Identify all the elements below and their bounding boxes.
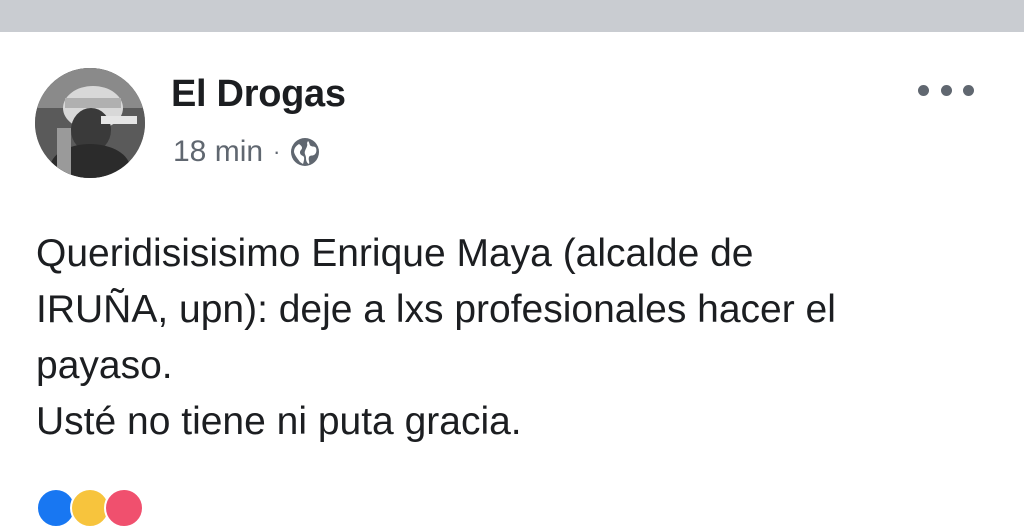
meta-separator: · bbox=[273, 139, 281, 164]
author-name[interactable]: El Drogas bbox=[171, 73, 346, 116]
post-text-line: payaso. bbox=[36, 344, 173, 387]
post-text-line: IRUÑA, upn): deje a lxs profesionales ha… bbox=[36, 288, 836, 331]
post-text: Queridisisisimo Enrique Maya (alcalde de… bbox=[36, 226, 996, 450]
love-icon bbox=[104, 488, 144, 528]
avatar[interactable] bbox=[35, 68, 145, 178]
post-text-line: Usté no tiene ni puta gracia. bbox=[36, 400, 522, 443]
globe-icon bbox=[290, 137, 320, 167]
top-bar bbox=[0, 0, 1024, 32]
post-meta: 18 min · bbox=[173, 135, 320, 169]
post-text-line: Queridisisisimo Enrique Maya (alcalde de bbox=[36, 232, 754, 275]
post-time[interactable]: 18 min bbox=[173, 135, 263, 169]
more-options-icon[interactable] bbox=[918, 78, 974, 102]
reaction-icons[interactable] bbox=[36, 488, 144, 528]
